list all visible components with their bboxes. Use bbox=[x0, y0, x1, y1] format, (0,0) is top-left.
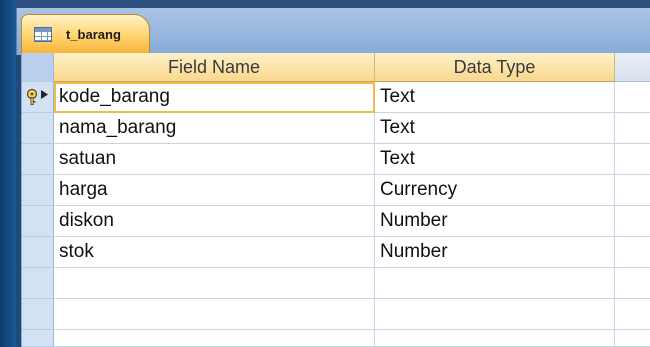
data-type-header[interactable]: Data Type bbox=[375, 53, 615, 82]
row-selector[interactable] bbox=[22, 268, 54, 299]
data-type-cell[interactable]: Currency bbox=[375, 175, 615, 206]
left-nav-edge bbox=[0, 0, 16, 347]
data-type-cell[interactable] bbox=[375, 299, 615, 330]
data-type-cell[interactable]: Number bbox=[375, 206, 615, 237]
primary-key-icon bbox=[26, 88, 48, 105]
data-type-cell[interactable]: Text bbox=[375, 144, 615, 175]
table-icon bbox=[34, 26, 52, 42]
tab-label: t_barang bbox=[66, 26, 121, 42]
field-name-cell[interactable] bbox=[54, 299, 375, 330]
row-selector[interactable] bbox=[22, 299, 54, 330]
row-selector[interactable] bbox=[22, 206, 54, 237]
description-cell[interactable] bbox=[615, 82, 650, 113]
data-type-cell[interactable] bbox=[375, 268, 615, 299]
description-cell[interactable] bbox=[615, 299, 650, 330]
field-name-cell[interactable]: kode_barang bbox=[54, 82, 375, 113]
field-name-cell[interactable] bbox=[54, 330, 375, 347]
field-name-cell[interactable]: stok bbox=[54, 237, 375, 268]
field-name-cell[interactable]: harga bbox=[54, 175, 375, 206]
row-selector[interactable] bbox=[22, 175, 54, 206]
description-cell[interactable] bbox=[615, 268, 650, 299]
table-row bbox=[22, 330, 650, 347]
description-header[interactable] bbox=[615, 53, 650, 82]
description-cell[interactable] bbox=[615, 175, 650, 206]
data-type-cell[interactable]: Number bbox=[375, 237, 615, 268]
ribbon-edge bbox=[16, 0, 650, 8]
field-name-cell[interactable]: satuan bbox=[54, 144, 375, 175]
table-row: nama_barang Text bbox=[22, 113, 650, 144]
field-name-cell[interactable]: nama_barang bbox=[54, 113, 375, 144]
table-row: satuan Text bbox=[22, 144, 650, 175]
header-row: Field Name Data Type bbox=[22, 53, 650, 82]
table-row bbox=[22, 268, 650, 299]
table-row: kode_barang Text bbox=[22, 82, 650, 113]
table-row: diskon Number bbox=[22, 206, 650, 237]
description-cell[interactable] bbox=[615, 237, 650, 268]
table-row bbox=[22, 299, 650, 330]
row-selector[interactable] bbox=[22, 330, 54, 347]
table-design-grid: Field Name Data Type kode_barang Text na… bbox=[21, 53, 650, 347]
data-type-cell[interactable] bbox=[375, 330, 615, 347]
select-all-corner[interactable] bbox=[22, 53, 54, 82]
table-row: stok Number bbox=[22, 237, 650, 268]
description-cell[interactable] bbox=[615, 113, 650, 144]
row-selector[interactable] bbox=[22, 237, 54, 268]
field-name-header[interactable]: Field Name bbox=[54, 53, 375, 82]
data-type-cell[interactable]: Text bbox=[375, 82, 615, 113]
field-name-cell[interactable]: diskon bbox=[54, 206, 375, 237]
description-cell[interactable] bbox=[615, 144, 650, 175]
table-row: harga Currency bbox=[22, 175, 650, 206]
description-cell[interactable] bbox=[615, 206, 650, 237]
row-selector[interactable] bbox=[22, 144, 54, 175]
row-selector[interactable] bbox=[22, 113, 54, 144]
description-cell[interactable] bbox=[615, 330, 650, 347]
row-selector[interactable] bbox=[22, 82, 54, 113]
field-name-cell[interactable] bbox=[54, 268, 375, 299]
tab-t-barang[interactable]: t_barang bbox=[21, 14, 150, 53]
data-type-cell[interactable]: Text bbox=[375, 113, 615, 144]
